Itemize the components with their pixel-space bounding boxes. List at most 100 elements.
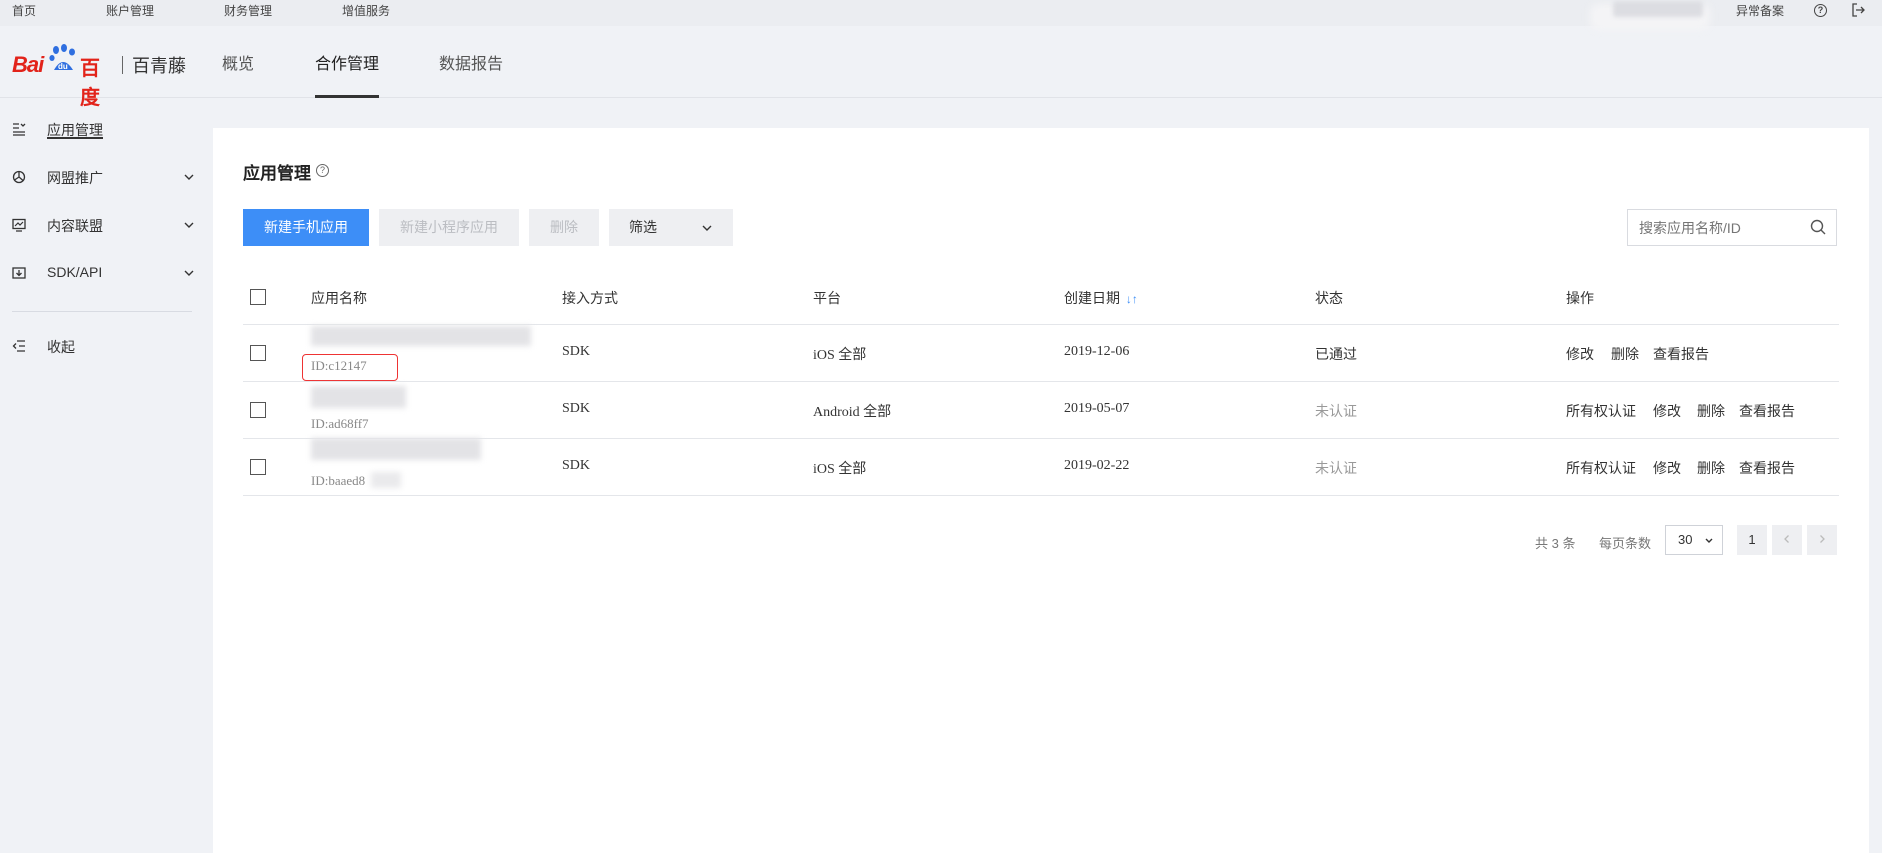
status-text: 已通过: [1315, 346, 1357, 362]
top-link-finance[interactable]: 财务管理: [224, 2, 272, 19]
page-size-select[interactable]: 30: [1665, 525, 1723, 555]
created-date: 2019-05-07: [1064, 401, 1130, 416]
blurred-app-name: [311, 326, 531, 346]
edit-link[interactable]: 修改: [1653, 458, 1681, 478]
sidebar-active-indicator: [47, 137, 103, 139]
col-header-app-name: 应用名称: [311, 290, 367, 306]
sidebar-divider: [12, 311, 192, 312]
platform: iOS 全部: [813, 348, 867, 363]
main-header: Bai du 百度 百青藤 概览 合作管理 数据报告: [0, 26, 1882, 109]
view-report-link[interactable]: 查看报告: [1739, 458, 1795, 478]
filter-dropdown[interactable]: 筛选: [609, 209, 733, 246]
app-id: ID:ad68ff7: [311, 416, 369, 431]
prev-page-button[interactable]: [1772, 525, 1802, 555]
row-checkbox[interactable]: [250, 459, 266, 475]
new-mobile-app-button[interactable]: 新建手机应用: [243, 209, 369, 246]
blurred-app-name: [311, 438, 481, 460]
paw-icon: du: [49, 44, 75, 71]
col-header-access-method: 接入方式: [562, 290, 618, 306]
created-date-label: 创建日期: [1064, 290, 1120, 306]
sidebar-item-label: 内容联盟: [47, 218, 103, 234]
top-link-abnormal-filing[interactable]: 异常备案: [1736, 2, 1784, 19]
delete-link[interactable]: 删除: [1611, 344, 1639, 364]
tab-cooperation[interactable]: 合作管理: [315, 50, 379, 74]
filter-label: 筛选: [629, 219, 657, 235]
access-method: SDK: [562, 401, 591, 416]
col-header-platform: 平台: [813, 290, 841, 306]
row-divider: [243, 438, 1839, 439]
platform: Android 全部: [813, 405, 892, 420]
list-icon: [13, 123, 26, 136]
svg-text:du: du: [58, 62, 68, 71]
collapse-label: 收起: [47, 339, 75, 355]
logout-icon[interactable]: [1851, 3, 1865, 20]
status-text: 未认证: [1315, 403, 1357, 419]
chevron-right-icon: [1820, 535, 1825, 543]
sidebar-item-label: SDK/API: [47, 264, 103, 280]
chevron-down-icon: [1705, 538, 1713, 543]
logo-baidu-cn-text: 百度: [80, 58, 100, 109]
row-checkbox[interactable]: [250, 402, 266, 418]
page-size-value: 30: [1678, 532, 1693, 547]
top-link-value-added[interactable]: 增值服务: [342, 2, 390, 19]
page-size-label: 每页条数: [1599, 536, 1652, 551]
search-input[interactable]: [1627, 209, 1837, 246]
row-checkbox[interactable]: [250, 345, 266, 361]
chevron-down-icon[interactable]: [182, 170, 196, 184]
chevron-down-icon[interactable]: [182, 218, 196, 232]
active-tab-indicator: [315, 95, 379, 98]
tab-overview[interactable]: 概览: [222, 50, 254, 74]
row-divider: [243, 495, 1839, 496]
logo-separator: [122, 56, 123, 74]
main-panel: 应用管理 ? 新建手机应用 新建小程序应用 删除 筛选 应用名称 接入方式 平台…: [213, 128, 1869, 853]
access-method: SDK: [562, 458, 591, 473]
ownership-verify-link[interactable]: 所有权认证: [1566, 401, 1636, 421]
blurred-username[interactable]: [1613, 1, 1703, 17]
select-all-checkbox[interactable]: [250, 289, 266, 305]
collapse-icon: [12, 340, 25, 352]
pagination-total: 共 3 条: [1535, 536, 1576, 551]
access-method: SDK: [562, 344, 591, 359]
platform: iOS 全部: [813, 462, 867, 477]
edit-link[interactable]: 修改: [1653, 401, 1681, 421]
monitor-icon: [12, 218, 26, 232]
tab-data-report[interactable]: 数据报告: [439, 50, 503, 74]
chevron-down-icon[interactable]: [182, 266, 196, 280]
edit-link[interactable]: 修改: [1566, 344, 1594, 364]
col-header-status: 状态: [1315, 290, 1343, 306]
product-name: 百青藤: [132, 56, 186, 76]
view-report-link[interactable]: 查看报告: [1653, 344, 1709, 364]
row-divider: [243, 381, 1839, 382]
logo-bai-text: Bai: [12, 52, 44, 77]
col-header-created-date[interactable]: 创建日期 ↓↑: [1064, 288, 1138, 308]
app-id: ID:baaed8: [311, 473, 366, 488]
delete-link[interactable]: 删除: [1697, 401, 1725, 421]
top-link-home[interactable]: 首页: [12, 2, 36, 19]
row-divider: [243, 324, 1839, 325]
chevron-left-icon: [1784, 535, 1789, 543]
delete-link[interactable]: 删除: [1697, 458, 1725, 478]
blurred-id-suffix: [371, 472, 401, 488]
blurred-app-name: [311, 386, 406, 408]
page-title: 应用管理: [243, 164, 311, 183]
sidebar-item-label: 网盟推广: [47, 170, 103, 186]
created-date: 2019-12-06: [1064, 344, 1130, 359]
view-report-link[interactable]: 查看报告: [1739, 401, 1795, 421]
page-number-button[interactable]: 1: [1737, 525, 1767, 555]
created-date: 2019-02-22: [1064, 458, 1130, 473]
top-link-account[interactable]: 账户管理: [106, 2, 154, 19]
delete-button[interactable]: 删除: [529, 209, 599, 246]
col-header-actions: 操作: [1566, 290, 1594, 306]
search-icon[interactable]: [1810, 219, 1826, 235]
status-text: 未认证: [1315, 460, 1357, 476]
next-page-button[interactable]: [1807, 525, 1837, 555]
help-icon[interactable]: ?: [316, 164, 329, 177]
sort-icon[interactable]: ↓↑: [1126, 292, 1138, 306]
pie-chart-icon: [12, 170, 26, 184]
help-icon[interactable]: ?: [1814, 4, 1827, 17]
chevron-down-icon: [702, 225, 712, 231]
new-mini-program-button[interactable]: 新建小程序应用: [379, 209, 519, 246]
ownership-verify-link[interactable]: 所有权认证: [1566, 458, 1636, 478]
download-box-icon: [12, 267, 26, 279]
highlight-box: [302, 354, 398, 381]
